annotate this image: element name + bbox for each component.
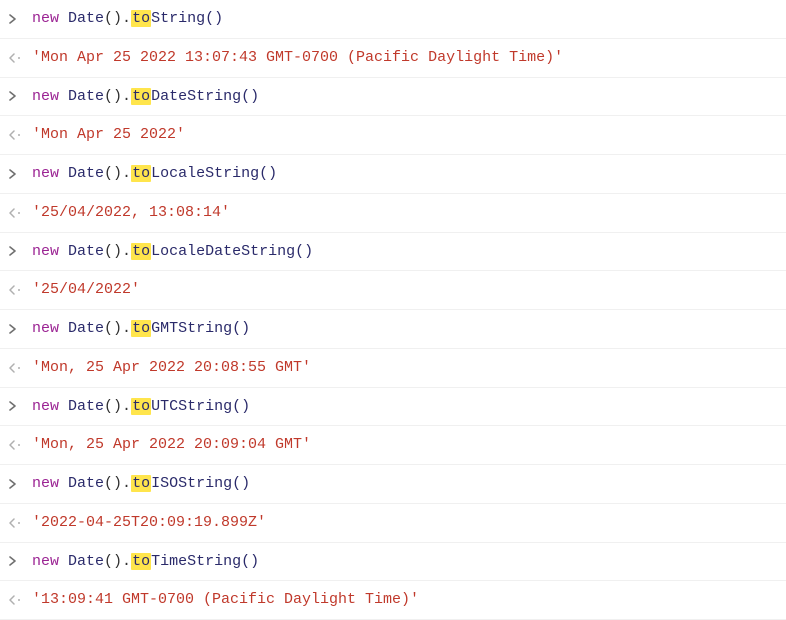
console-input-row[interactable]: new Date().toLocaleDateString() xyxy=(0,233,786,272)
input-chevron-icon xyxy=(8,169,32,179)
method-rest: String() xyxy=(151,10,223,27)
input-chevron-icon xyxy=(8,14,32,24)
console-input-row[interactable]: new Date().toString() xyxy=(0,0,786,39)
console-output-value: 'Mon Apr 25 2022 13:07:43 GMT-0700 (Paci… xyxy=(32,47,776,69)
console-input-row[interactable]: new Date().toISOString() xyxy=(0,465,786,504)
console-output-row: '13:09:41 GMT-0700 (Pacific Daylight Tim… xyxy=(0,581,786,620)
console-output-row: 'Mon, 25 Apr 2022 20:09:04 GMT' xyxy=(0,426,786,465)
input-chevron-icon xyxy=(8,401,32,411)
punct: (). xyxy=(104,10,131,27)
console-output-value: 'Mon Apr 25 2022' xyxy=(32,124,776,146)
input-chevron-icon xyxy=(8,556,32,566)
console-input-row[interactable]: new Date().toDateString() xyxy=(0,78,786,117)
console-input-code: new Date().toLocaleDateString() xyxy=(32,241,776,263)
console-output-row: '25/04/2022, 13:08:14' xyxy=(0,194,786,233)
output-arrow-icon xyxy=(8,285,32,295)
output-arrow-icon xyxy=(8,363,32,373)
console-output-value: '2022-04-25T20:09:19.899Z' xyxy=(32,512,776,534)
console-input-code: new Date().toString() xyxy=(32,8,776,30)
input-chevron-icon xyxy=(8,479,32,489)
devtools-console[interactable]: new Date().toString() 'Mon Apr 25 2022 1… xyxy=(0,0,786,620)
console-output-value: '25/04/2022' xyxy=(32,279,776,301)
console-output-row: '2022-04-25T20:09:19.899Z' xyxy=(0,504,786,543)
highlight-to: to xyxy=(131,10,151,27)
console-input-code: new Date().toDateString() xyxy=(32,86,776,108)
output-arrow-icon xyxy=(8,53,32,63)
input-chevron-icon xyxy=(8,246,32,256)
console-input-code: new Date().toGMTString() xyxy=(32,318,776,340)
console-input-code: new Date().toUTCString() xyxy=(32,396,776,418)
output-arrow-icon xyxy=(8,595,32,605)
console-output-value: 'Mon, 25 Apr 2022 20:08:55 GMT' xyxy=(32,357,776,379)
input-chevron-icon xyxy=(8,324,32,334)
console-output-row: 'Mon Apr 25 2022 13:07:43 GMT-0700 (Paci… xyxy=(0,39,786,78)
console-input-row[interactable]: new Date().toLocaleString() xyxy=(0,155,786,194)
output-arrow-icon xyxy=(8,440,32,450)
console-output-row: '25/04/2022' xyxy=(0,271,786,310)
console-output-row: 'Mon Apr 25 2022' xyxy=(0,116,786,155)
console-input-code: new Date().toISOString() xyxy=(32,473,776,495)
console-output-row: 'Mon, 25 Apr 2022 20:08:55 GMT' xyxy=(0,349,786,388)
output-arrow-icon xyxy=(8,130,32,140)
console-output-value: '25/04/2022, 13:08:14' xyxy=(32,202,776,224)
output-arrow-icon xyxy=(8,518,32,528)
input-chevron-icon xyxy=(8,91,32,101)
console-output-value: 'Mon, 25 Apr 2022 20:09:04 GMT' xyxy=(32,434,776,456)
console-input-code: new Date().toTimeString() xyxy=(32,551,776,573)
console-input-row[interactable]: new Date().toUTCString() xyxy=(0,388,786,427)
console-output-value: '13:09:41 GMT-0700 (Pacific Daylight Tim… xyxy=(32,589,776,611)
identifier-date: Date xyxy=(68,10,104,27)
output-arrow-icon xyxy=(8,208,32,218)
console-input-row[interactable]: new Date().toGMTString() xyxy=(0,310,786,349)
console-input-code: new Date().toLocaleString() xyxy=(32,163,776,185)
console-input-row[interactable]: new Date().toTimeString() xyxy=(0,543,786,582)
keyword-new: new xyxy=(32,10,59,27)
